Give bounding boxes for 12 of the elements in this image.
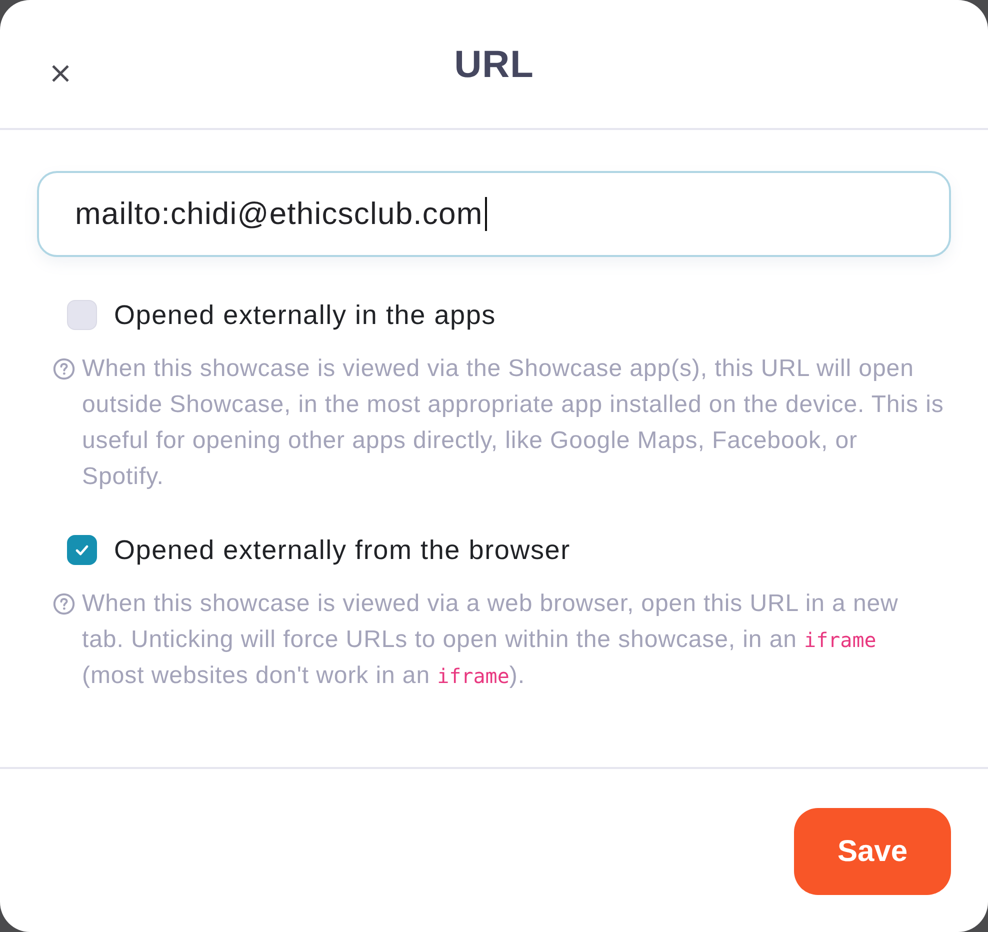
url-field[interactable]: mailto:chidi@ethicsclub.com <box>37 171 951 257</box>
text-cursor-icon <box>484 197 487 231</box>
close-icon[interactable] <box>52 65 69 82</box>
checkbox-label[interactable]: Opened externally in the apps <box>114 300 496 330</box>
help-text: When this showcase is viewed via a web browser, open this URL in a new tab. Unticking will force URLs to open within the showcase, in an iframe (most websites don't work in an iframe). <box>82 589 900 691</box>
dialog-title: URL <box>454 42 534 86</box>
checkmark-icon <box>75 544 89 556</box>
help-text: When this showcase is viewed via the Showcase app(s), this URL will open outside Showcase, in the most appropriate app installed on the device. This is useful for opening other apps directly, like Google Maps, Facebook, or Spotify. <box>82 354 944 492</box>
help-icon <box>53 358 75 380</box>
help-icon <box>53 593 75 615</box>
checkbox[interactable] <box>67 535 97 565</box>
checkbox-label[interactable]: Opened externally from the browser <box>114 534 570 566</box>
